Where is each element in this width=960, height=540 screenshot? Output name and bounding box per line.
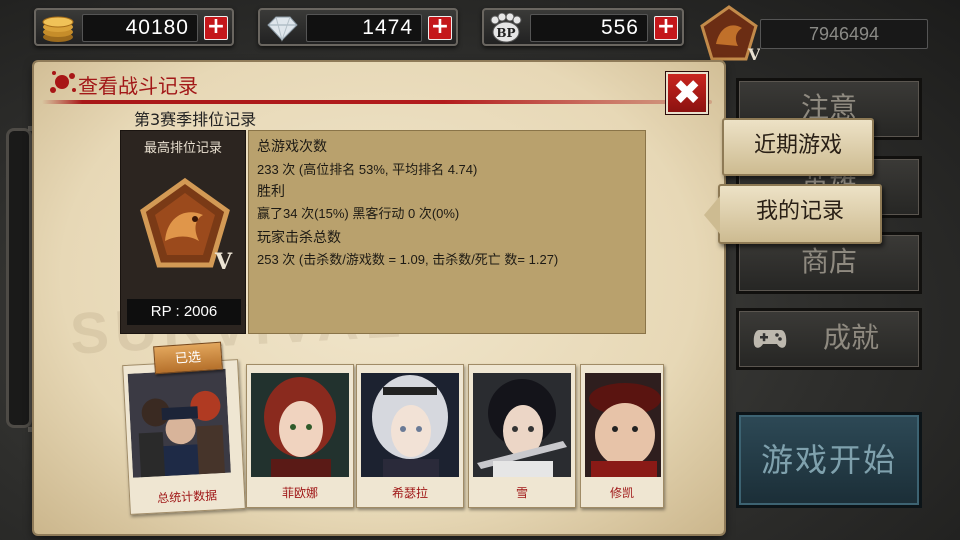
menu-achievements-label: 成就 xyxy=(822,321,879,354)
character-card-ciel[interactable]: 希瑟拉 xyxy=(356,364,464,508)
kills-label: 玩家击杀总数 xyxy=(257,230,341,246)
total-stats-label: 总统计数据 xyxy=(156,488,218,506)
fiona-name: 菲欧娜 xyxy=(281,486,318,500)
gold-amount: 40180 xyxy=(82,14,198,42)
gamepad-icon xyxy=(753,330,787,348)
player-id: 7946494 xyxy=(760,19,928,49)
panel-title: 查看战斗记录 xyxy=(78,74,198,98)
kills-value: 253 次 (击杀数/游戏数 = 1.09, 击杀数/死亡 数= 1.27) xyxy=(257,252,559,267)
rank-emblem-icon: V xyxy=(140,177,233,273)
rp-value: RP : 2006 xyxy=(127,299,241,325)
character-card-hugh[interactable]: 修凯 xyxy=(580,364,664,508)
fiona-portrait-icon xyxy=(251,373,349,477)
wins-label: 胜利 xyxy=(257,184,285,200)
add-bp-button[interactable]: + xyxy=(654,16,678,40)
wins-value: 赢了34 次(15%) 黑客行动 0 次(0%) xyxy=(257,206,460,221)
gold-resource: 40180 + xyxy=(34,8,234,46)
tab-my-records[interactable]: 我的记录 xyxy=(704,184,882,244)
character-card-fiona[interactable]: 菲欧娜 xyxy=(246,364,354,508)
stats-box: 总游戏次数 233 次 (高位排名 53%, 平均排名 4.74) 胜利 赢了3… xyxy=(248,130,646,334)
hugh-portrait-icon xyxy=(585,373,661,477)
total-stats-card[interactable]: 总统计数据 xyxy=(122,359,246,515)
start-game-button[interactable]: 游戏开始 xyxy=(736,412,922,508)
selected-tag: 已选 xyxy=(153,341,223,375)
gem-resource: 1474 + xyxy=(258,8,458,46)
bp-paw-icon: BP xyxy=(490,13,522,43)
tab-recent-games[interactable]: 近期游戏 xyxy=(722,118,874,176)
snow-name: 雪 xyxy=(515,486,528,500)
bp-resource: BP 556 + xyxy=(482,8,684,46)
title-divider xyxy=(42,100,712,104)
character-card-snow[interactable]: 雪 xyxy=(468,364,576,508)
team-portrait-icon xyxy=(127,368,231,478)
rank-badge-icon[interactable]: V xyxy=(698,4,760,64)
close-button[interactable]: ✖ xyxy=(666,72,708,114)
ciel-name: 希瑟拉 xyxy=(391,486,428,500)
ciel-portrait-icon xyxy=(361,373,459,477)
diamond-icon xyxy=(267,16,298,42)
add-gold-button[interactable]: + xyxy=(204,16,228,40)
top-rank-letter: V xyxy=(747,45,760,64)
gem-amount: 1474 xyxy=(306,14,422,42)
total-games-value: 233 次 (高位排名 53%, 平均排名 4.74) xyxy=(257,162,478,177)
bp-amount: 556 xyxy=(530,14,648,42)
snow-portrait-icon xyxy=(473,373,571,477)
add-gems-button[interactable]: + xyxy=(428,16,452,40)
total-games-label: 总游戏次数 xyxy=(257,139,327,155)
best-rank-label: 最高排位记录 xyxy=(143,141,222,156)
emblem-rank-letter: V xyxy=(214,249,233,273)
best-rank-box: 最高排位记录 V RP : 2006 xyxy=(120,130,246,334)
gold-coins-icon xyxy=(42,16,74,42)
bp-label: BP xyxy=(496,26,515,40)
hugh-name: 修凯 xyxy=(609,486,634,500)
season-title: 第3赛季排位记录 xyxy=(134,110,257,129)
menu-achievements-button[interactable]: 成就 xyxy=(736,308,922,370)
battle-record-panel: SURVIVAL 查看战斗记录 ✖ 第3赛季排位记录 最高排位记录 V RP :… xyxy=(34,62,724,534)
